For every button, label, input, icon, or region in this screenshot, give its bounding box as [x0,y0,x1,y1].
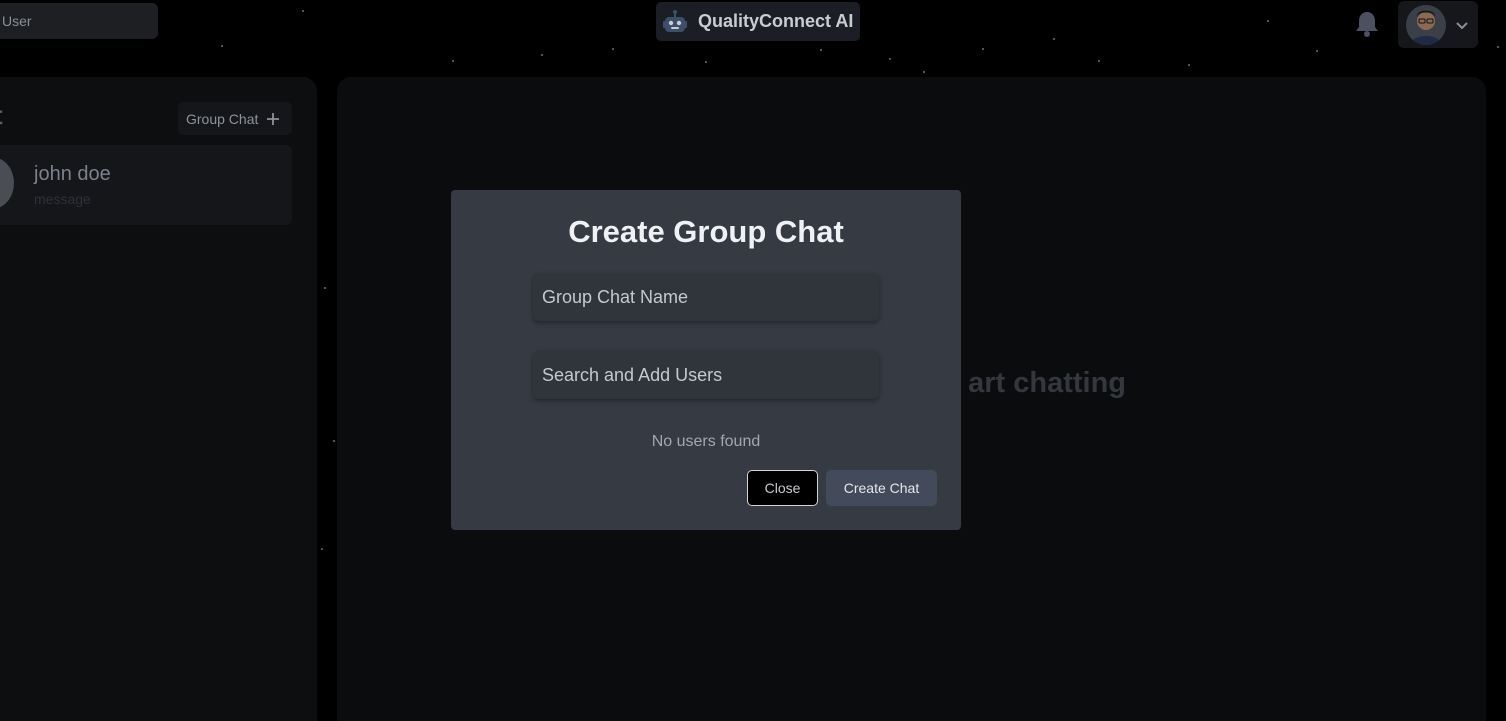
chat-avatar [0,157,14,209]
profile-menu-button[interactable] [1398,1,1478,48]
group-chat-name-input[interactable] [533,273,879,321]
avatar [1406,5,1446,45]
create-chat-button[interactable]: Create Chat [826,470,937,506]
robot-icon [663,9,687,32]
search-placeholder: User [2,13,32,29]
create-group-chat-modal: Create Group Chat No users found Close C… [451,190,961,530]
close-button[interactable]: Close [747,470,818,506]
plus-icon [267,112,280,125]
user-search-input[interactable] [533,351,879,399]
chat-app-page: User QualityConnect AI Group Chat john d… [0,0,1506,721]
chat-name: john doe [34,163,111,185]
chevron-down-icon [1456,22,1468,30]
chat-preview: message [34,191,91,207]
no-users-message: No users found [651,433,761,450]
avatar-image [1406,5,1446,45]
chat-list-title: t [0,100,3,131]
brand-logo: QualityConnect AI [656,2,860,41]
user-search-bar[interactable]: User [0,3,158,39]
modal-title: Create Group Chat [568,214,844,249]
brand-name: QualityConnect AI [698,11,854,31]
group-chat-label: Group Chat [186,110,259,127]
new-group-chat-button[interactable]: Group Chat [178,102,292,135]
bell-icon[interactable] [1354,10,1380,38]
chat-list-item[interactable]: john doe message [0,145,292,225]
